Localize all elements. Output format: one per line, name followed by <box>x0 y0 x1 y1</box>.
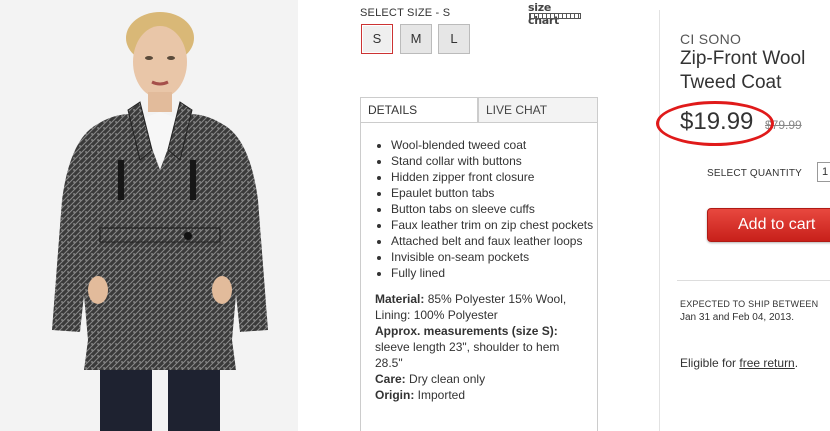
info-tabs: DETAILS LIVE CHAT <box>360 97 598 123</box>
feature-item: Invisible on-seam pockets <box>391 249 597 265</box>
add-to-cart-button[interactable]: Add to cart <box>707 208 830 242</box>
size-button-s[interactable]: S <box>361 24 393 54</box>
feature-item: Faux leather trim on zip chest pockets <box>391 217 597 233</box>
feature-item: Wool-blended tweed coat <box>391 137 597 153</box>
size-chart-link[interactable]: size chart <box>528 1 582 27</box>
feature-item: Attached belt and faux leather loops <box>391 233 597 249</box>
tab-details[interactable]: DETAILS <box>360 97 478 123</box>
material-spec: Material: 85% Polyester 15% Wool, Lining… <box>375 291 585 323</box>
measurement-label: Approx. measurements (size S): <box>375 324 558 338</box>
price-highlight-circle <box>656 101 774 146</box>
material-label: Material: <box>375 292 425 306</box>
select-size-label: SELECT SIZE - S <box>360 7 450 19</box>
feature-list: Wool-blended tweed coat Stand collar wit… <box>391 137 597 281</box>
product-title-line1: Zip-Front Wool <box>680 48 806 69</box>
return-policy: Eligible for free return. <box>680 356 798 370</box>
model-wearing-coat-image <box>0 0 298 431</box>
product-title: Zip-Front Wool Tweed Coat <box>680 47 830 95</box>
return-prefix: Eligible for <box>680 356 740 370</box>
size-button-l[interactable]: L <box>438 24 470 54</box>
details-panel: Wool-blended tweed coat Stand collar wit… <box>360 122 598 431</box>
quantity-input[interactable]: 1 <box>817 162 830 182</box>
origin-spec: Origin: Imported <box>375 387 585 403</box>
return-suffix: . <box>794 356 799 370</box>
origin-value: Imported <box>417 388 466 402</box>
size-button-m[interactable]: M <box>400 24 432 54</box>
free-return-link[interactable]: free return <box>739 356 794 370</box>
care-value: Dry clean only <box>409 372 486 386</box>
product-title-line2: Tweed Coat <box>680 72 782 93</box>
ship-window-label: EXPECTED TO SHIP BETWEEN <box>680 299 819 309</box>
measurement-value: sleeve length 23", shoulder to hem 28.5" <box>375 340 560 370</box>
tab-live-chat[interactable]: LIVE CHAT <box>478 97 598 123</box>
origin-label: Origin: <box>375 388 415 402</box>
care-label: Care: <box>375 372 406 386</box>
feature-item: Hidden zipper front closure <box>391 169 597 185</box>
product-photo[interactable] <box>0 0 298 431</box>
feature-item: Epaulet button tabs <box>391 185 597 201</box>
feature-item: Button tabs on sleeve cuffs <box>391 201 597 217</box>
care-spec: Care: Dry clean only <box>375 371 585 387</box>
feature-item: Stand collar with buttons <box>391 153 597 169</box>
ship-window-dates: Jan 31 and Feb 04, 2013. <box>680 312 794 323</box>
quantity-label: SELECT QUANTITY <box>707 168 803 179</box>
ruler-icon <box>529 13 581 19</box>
feature-item: Fully lined <box>391 265 597 281</box>
selected-size-value: S <box>442 7 451 19</box>
select-size-prefix: SELECT SIZE - <box>360 7 443 19</box>
measurement-spec: Approx. measurements (size S): sleeve le… <box>375 323 585 371</box>
spec-block: Material: 85% Polyester 15% Wool, Lining… <box>375 291 585 403</box>
brand-name[interactable]: CI SONO <box>680 31 741 47</box>
sidebar-divider <box>677 280 830 281</box>
